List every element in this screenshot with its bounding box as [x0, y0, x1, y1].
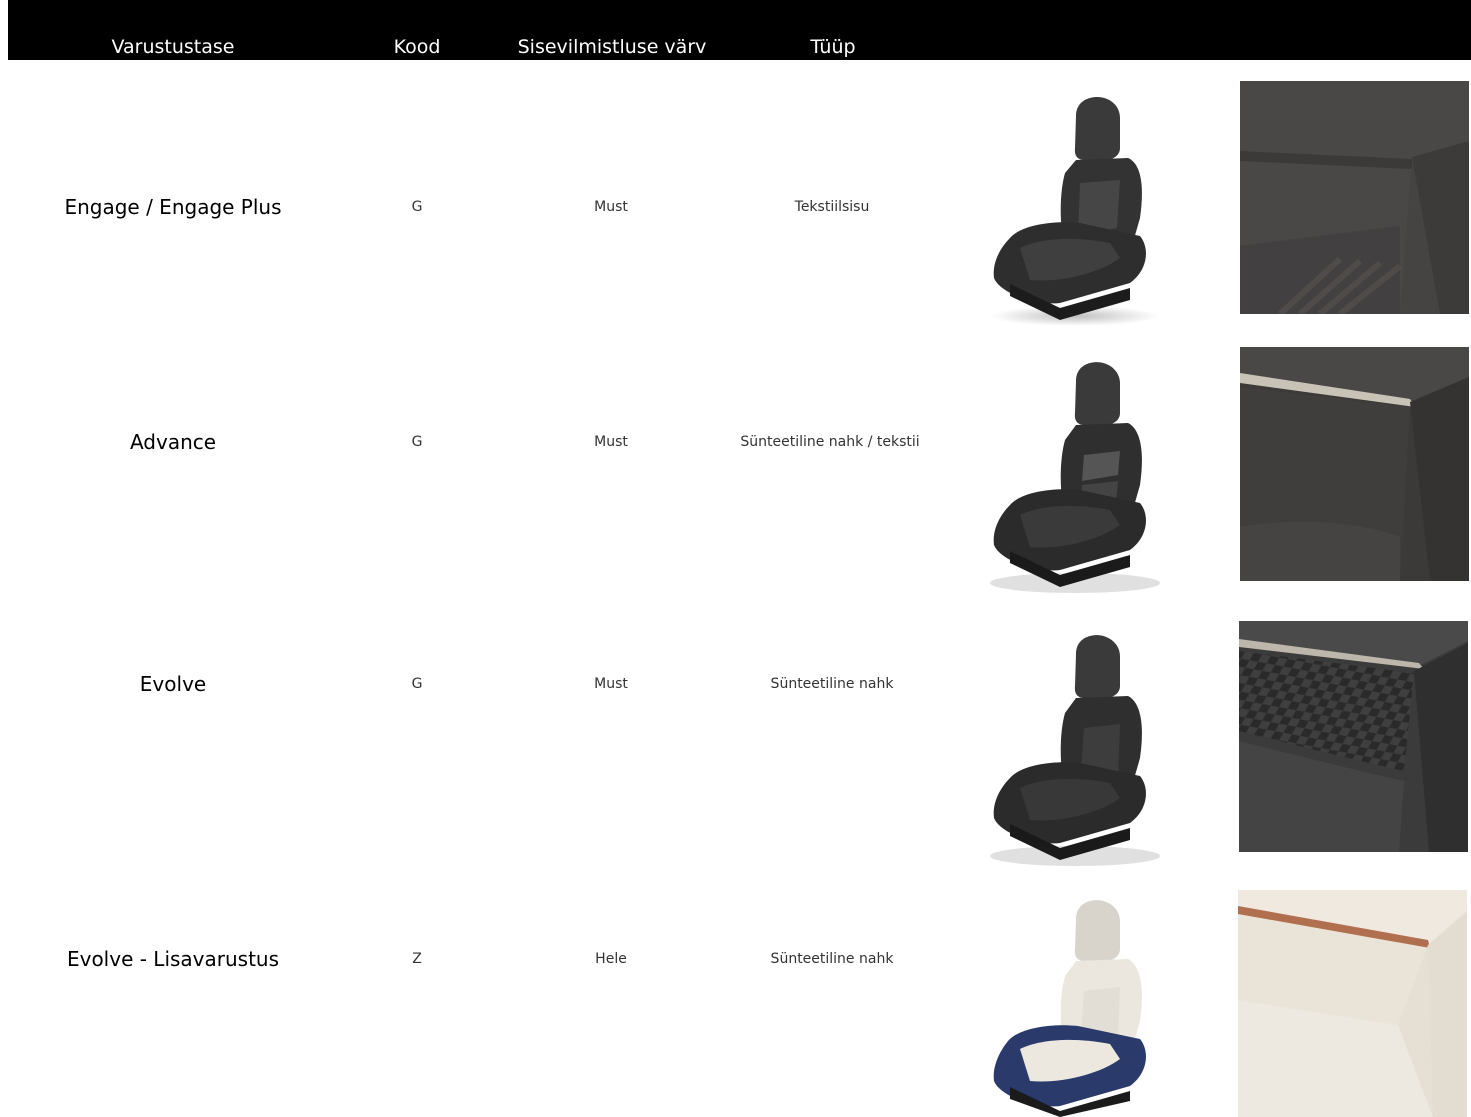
header-trim-level: Varustustase — [111, 36, 235, 58]
fabric-swatch-icon — [1240, 81, 1469, 314]
light-leather-swatch-icon — [1238, 890, 1467, 1117]
upholstery-type: Sünteetiline nahk — [770, 676, 894, 692]
seat-icon — [990, 635, 1160, 866]
trim-code: Z — [412, 951, 422, 967]
seat-icon — [990, 97, 1160, 326]
table-header: Varustustase Kood Sisevilmistluse värv T… — [8, 0, 1471, 60]
leather-fabric-swatch-icon — [1240, 347, 1469, 581]
interior-color: Hele — [595, 951, 627, 967]
trim-code: G — [411, 676, 423, 692]
header-type: Tüüp — [810, 36, 856, 58]
trim-name: Advance — [129, 430, 217, 454]
upholstery-type: Tekstiilsisu — [794, 199, 870, 215]
interior-color: Must — [594, 676, 628, 692]
trim-code: G — [411, 199, 423, 215]
interior-color: Must — [594, 434, 628, 450]
trim-name: Evolve - Lisavarustus — [66, 947, 280, 971]
upholstery-type: Sünteetiline nahk — [770, 951, 894, 967]
upholstery-type: Sünteetiline nahk / tekstii — [740, 434, 920, 450]
trim-code: G — [411, 434, 423, 450]
header-interior-color: Sisevilmistluse värv — [517, 36, 707, 58]
leather-swatch-icon — [1239, 621, 1468, 852]
interior-color: Must — [594, 199, 628, 215]
trim-name: Evolve — [139, 672, 207, 696]
header-code: Kood — [393, 36, 441, 58]
trim-name: Engage / Engage Plus — [64, 195, 282, 219]
seat-icon — [990, 362, 1160, 593]
seat-icon — [993, 900, 1146, 1117]
